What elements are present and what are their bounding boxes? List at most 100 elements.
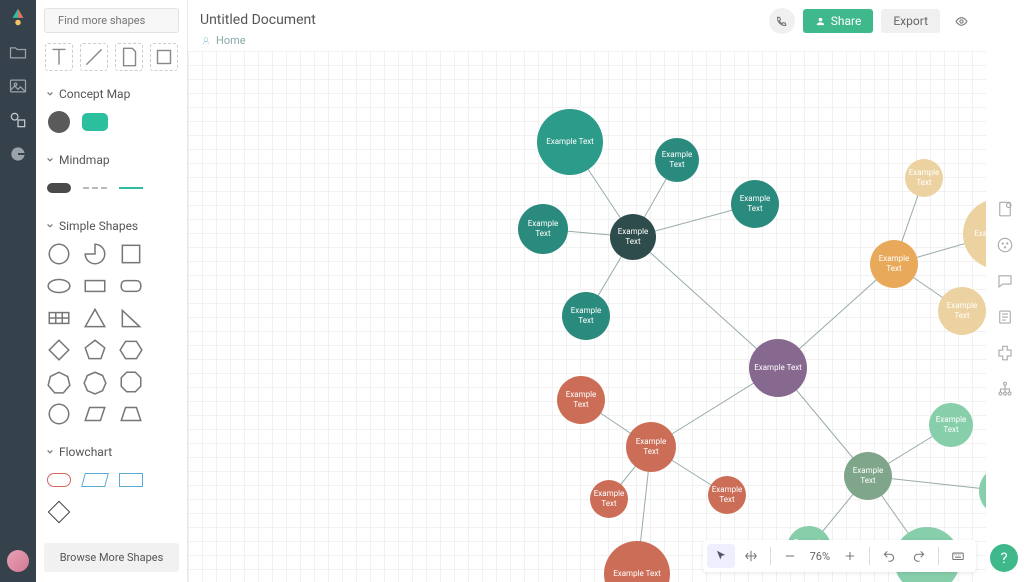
keyboard-button[interactable]: [944, 544, 972, 568]
google-icon[interactable]: [8, 144, 28, 164]
diagram-node[interactable]: Example Text: [610, 214, 656, 260]
app-logo[interactable]: [7, 6, 29, 28]
diagram-canvas[interactable]: Example TextExample TextExample TextExam…: [188, 51, 986, 582]
image-icon[interactable]: [8, 76, 28, 96]
help-button[interactable]: ?: [990, 544, 1018, 572]
fc-terminator-shape[interactable]: [46, 469, 72, 491]
pointer-tool[interactable]: [707, 544, 735, 568]
node-label: Example Text: [870, 252, 918, 275]
diagram-node[interactable]: Example Text: [655, 138, 699, 182]
diagram-node[interactable]: Example Text: [844, 452, 892, 500]
diagram-node[interactable]: Example Text: [963, 199, 986, 269]
zoom-in-button[interactable]: [836, 544, 864, 568]
plugin-icon[interactable]: [996, 344, 1014, 362]
node-label: Example Text: [518, 217, 568, 240]
breadcrumb[interactable]: Home: [188, 34, 986, 51]
circle2-shape[interactable]: [46, 403, 72, 425]
diamond-shape[interactable]: [46, 339, 72, 361]
search-shapes-input[interactable]: [44, 8, 179, 33]
diagram-node[interactable]: Example Text: [731, 180, 779, 228]
mindmap-dashed-shape[interactable]: [82, 177, 108, 199]
diagram-node[interactable]: Example Text: [590, 480, 628, 518]
rectangle-shape[interactable]: [82, 275, 108, 297]
diagram-node[interactable]: Example Text: [518, 204, 568, 254]
theme-icon[interactable]: [996, 236, 1014, 254]
diagram-node[interactable]: Example Text: [749, 339, 807, 397]
pentagon-shape[interactable]: [82, 339, 108, 361]
section-simple-shapes[interactable]: Simple Shapes: [36, 211, 187, 239]
trapezoid-shape[interactable]: [118, 403, 144, 425]
notes-icon[interactable]: [996, 308, 1014, 326]
share-button[interactable]: Share: [803, 9, 874, 33]
zoom-out-button[interactable]: [776, 544, 804, 568]
topbar-actions: Share Export: [769, 8, 974, 34]
diagram-node[interactable]: Example Text: [626, 422, 676, 472]
zoom-level: 76%: [806, 550, 834, 563]
mindmap-shapes: [36, 173, 187, 211]
text-tool[interactable]: [45, 43, 73, 71]
node-label: Example Text: [557, 388, 605, 411]
shapes-icon[interactable]: [8, 110, 28, 130]
parallelogram-shape[interactable]: [82, 403, 108, 425]
diagram-node[interactable]: Example Text: [929, 403, 973, 447]
section-concept-map[interactable]: Concept Map: [36, 79, 187, 107]
diagram-node[interactable]: Example Text: [537, 109, 603, 175]
undo-button[interactable]: [875, 544, 903, 568]
fc-data-shape[interactable]: [82, 469, 108, 491]
diagram-node[interactable]: Example Text: [557, 376, 605, 424]
app-leftbar: [0, 0, 36, 582]
hexagon-shape[interactable]: [118, 339, 144, 361]
redo-button[interactable]: [905, 544, 933, 568]
heptagon-shape[interactable]: [46, 371, 72, 393]
mindmap-pill-shape[interactable]: [46, 177, 72, 199]
triangle-shape[interactable]: [82, 307, 108, 329]
node-label: Example Text: [972, 227, 986, 241]
diagram-node[interactable]: Example Text: [604, 541, 670, 582]
concept-rounded-shape[interactable]: [82, 111, 108, 133]
comment-icon[interactable]: [996, 272, 1014, 290]
breadcrumb-home: Home: [216, 34, 246, 47]
phone-icon[interactable]: [769, 8, 795, 34]
folder-icon[interactable]: [8, 42, 28, 62]
ellipse-shape[interactable]: [46, 275, 72, 297]
arc-shape[interactable]: [82, 243, 108, 265]
circle-shape[interactable]: [46, 243, 72, 265]
browse-more-button[interactable]: Browse More Shapes: [44, 543, 179, 572]
pan-tool[interactable]: [737, 544, 765, 568]
diagram-node[interactable]: Example Text: [905, 159, 943, 197]
concept-circle-shape[interactable]: [46, 111, 72, 133]
square-shape[interactable]: [118, 243, 144, 265]
node-label: Example Text: [562, 304, 610, 327]
mindmap-line-shape[interactable]: [118, 177, 144, 199]
node-label: Example Text: [844, 464, 892, 487]
octagon-shape[interactable]: [118, 371, 144, 393]
diagram-node[interactable]: Example Text: [938, 287, 986, 335]
page-tool[interactable]: [115, 43, 143, 71]
right-triangle-shape[interactable]: [118, 307, 144, 329]
user-avatar[interactable]: [7, 550, 29, 572]
document-title[interactable]: Untitled Document: [200, 12, 316, 28]
node-label: Example Text: [938, 299, 986, 322]
section-mindmap[interactable]: Mindmap: [36, 145, 187, 173]
node-label: Example Text: [611, 567, 663, 581]
search-input[interactable]: [58, 14, 198, 27]
diagram-node[interactable]: Example Text: [562, 292, 610, 340]
rect-tool[interactable]: [150, 43, 178, 71]
fc-process-shape[interactable]: [118, 469, 144, 491]
table-shape[interactable]: [46, 307, 72, 329]
section-label: Mindmap: [59, 153, 110, 167]
diagram-node[interactable]: Example Text: [979, 466, 986, 516]
diagram-node[interactable]: Example Text: [870, 240, 918, 288]
line-tool[interactable]: [80, 43, 108, 71]
settings-icon[interactable]: [996, 200, 1014, 218]
right-rail: [986, 0, 1024, 582]
rounded-rect-shape[interactable]: [118, 275, 144, 297]
eye-icon[interactable]: [948, 8, 974, 34]
fc-decision-shape[interactable]: [46, 501, 72, 523]
node-label: Example Text: [731, 192, 779, 215]
export-button[interactable]: Export: [881, 9, 940, 33]
hierarchy-icon[interactable]: [996, 380, 1014, 398]
section-flowchart[interactable]: Flowchart: [36, 437, 187, 465]
heptagon2-shape[interactable]: [82, 371, 108, 393]
diagram-node[interactable]: Example Text: [708, 476, 746, 514]
